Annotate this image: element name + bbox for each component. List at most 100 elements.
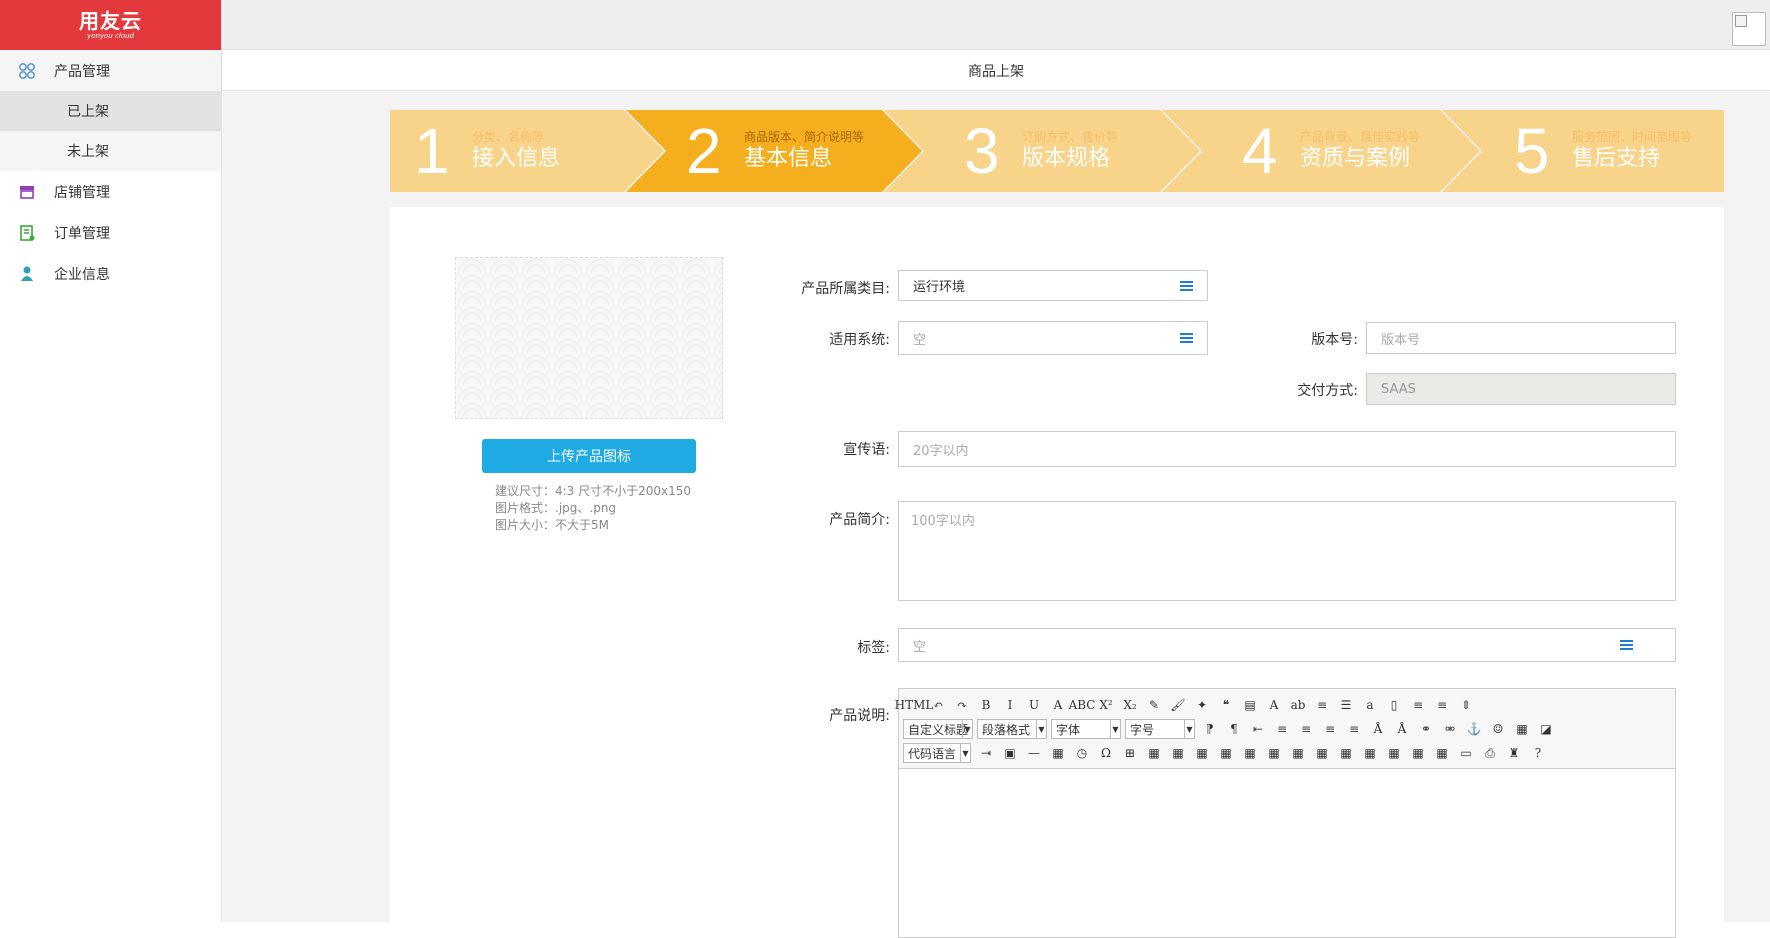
code-language-select[interactable]: 代码语言▼ bbox=[903, 743, 971, 763]
toolbar-button[interactable]: ▦ bbox=[1215, 743, 1237, 763]
toolbar-button[interactable]: ☰ bbox=[1335, 695, 1357, 715]
toolbar-button[interactable]: ⎙ bbox=[1479, 743, 1501, 763]
toolbar-button[interactable]: a bbox=[1359, 695, 1381, 715]
toolbar-button[interactable]: ↷ bbox=[951, 695, 973, 715]
toolbar-button[interactable]: ABC bbox=[1071, 695, 1093, 715]
toolbar-button[interactable]: ⇥ bbox=[975, 743, 997, 763]
toolbar-button[interactable]: ≡ bbox=[1407, 695, 1429, 715]
category-select[interactable]: 运行环境 bbox=[898, 270, 1208, 301]
font-select[interactable]: 字体▼ bbox=[1051, 719, 1121, 739]
toolbar-button[interactable]: ▦ bbox=[1191, 743, 1213, 763]
toolbar-button[interactable]: ▦ bbox=[1287, 743, 1309, 763]
rich-text-editor: HTML↶↷BIUAABCX²X₂✎🖌✦❝▤Aab≡☰a▯≡≡⇕ 自定义标题▼ … bbox=[898, 688, 1676, 938]
toolbar-button[interactable]: ≡ bbox=[1431, 695, 1453, 715]
toolbar-button[interactable]: B bbox=[975, 695, 997, 715]
step-title: 售后支持 bbox=[1572, 145, 1692, 173]
toolbar-button[interactable]: A bbox=[1263, 695, 1285, 715]
menu-icon bbox=[1180, 333, 1193, 344]
toolbar-button[interactable]: 🖌 bbox=[1167, 695, 1189, 715]
paragraph-select-label: 段落格式 bbox=[982, 721, 1030, 738]
step-hint: 服务范围、时间范围等 bbox=[1572, 129, 1692, 145]
toolbar-button[interactable]: ▦ bbox=[1239, 743, 1261, 763]
toolbar-button[interactable]: ⊞ bbox=[1119, 743, 1141, 763]
toolbar-button[interactable]: ⚓ bbox=[1463, 719, 1485, 739]
toolbar-button[interactable]: ▭ bbox=[1455, 743, 1477, 763]
sidebar-item-company[interactable]: 企业信息 bbox=[0, 253, 221, 294]
toolbar-button[interactable]: ≡ bbox=[1343, 719, 1365, 739]
logo[interactable]: 用友云 yonyou cloud bbox=[0, 0, 221, 50]
toolbar-button[interactable]: ≡ bbox=[1319, 719, 1341, 739]
step-5: 5 服务范围、时间范围等售后支持 bbox=[1514, 110, 1692, 192]
toolbar-button[interactable]: ▦ bbox=[1263, 743, 1285, 763]
toolbar-button[interactable]: ▦ bbox=[1167, 743, 1189, 763]
sidebar-subitem-unlisted[interactable]: 未上架 bbox=[0, 131, 221, 171]
system-select[interactable]: 空 bbox=[898, 321, 1208, 355]
toolbar-button[interactable]: X² bbox=[1095, 695, 1117, 715]
step-number: 1 bbox=[414, 119, 458, 183]
toolbar-button[interactable]: ❝ bbox=[1215, 695, 1237, 715]
sidebar-subitem-listed[interactable]: 已上架 bbox=[0, 91, 221, 131]
toolbar-button[interactable]: ▦ bbox=[1335, 743, 1357, 763]
slogan-input[interactable]: 20字以内 bbox=[898, 431, 1676, 467]
sidebar-item-store[interactable]: 店铺管理 bbox=[0, 171, 221, 212]
toolbar-button[interactable]: ▦ bbox=[1383, 743, 1405, 763]
toolbar-button[interactable]: ◷ bbox=[1071, 743, 1093, 763]
toolbar-button[interactable]: ▦ bbox=[1047, 743, 1069, 763]
toolbar-button[interactable]: ⚭ bbox=[1415, 719, 1437, 739]
toolbar-button[interactable]: ▦ bbox=[1431, 743, 1453, 763]
toolbar-button[interactable]: ¶ bbox=[1223, 719, 1245, 739]
toolbar-button[interactable]: ⁋ bbox=[1199, 719, 1221, 739]
toolbar-button[interactable]: ≡ bbox=[1311, 695, 1333, 715]
toolbar-button[interactable]: HTML bbox=[903, 695, 925, 715]
toolbar-button[interactable]: Å bbox=[1391, 719, 1413, 739]
toolbar-button[interactable]: ▯ bbox=[1383, 695, 1405, 715]
font-select-label: 字体 bbox=[1056, 721, 1080, 738]
toolbar-button[interactable]: I bbox=[999, 695, 1021, 715]
tags-select[interactable]: 空 bbox=[898, 628, 1676, 662]
heading-select[interactable]: 自定义标题▼ bbox=[903, 719, 973, 739]
step-hint: 产品背景、最佳实践等 bbox=[1300, 129, 1420, 145]
intro-textarea[interactable]: 100字以内 bbox=[898, 501, 1676, 601]
sidebar-item-order[interactable]: 订单管理 bbox=[0, 212, 221, 253]
category-value: 运行环境 bbox=[913, 276, 965, 295]
toolbar-button[interactable]: ≡ bbox=[1271, 719, 1293, 739]
toolbar-button[interactable]: ▣ bbox=[999, 743, 1021, 763]
toolbar-button[interactable]: ☺ bbox=[1487, 719, 1509, 739]
toolbar-button[interactable]: ab bbox=[1287, 695, 1309, 715]
fontsize-select-label: 字号 bbox=[1130, 721, 1154, 738]
toolbar-button[interactable]: ▦ bbox=[1359, 743, 1381, 763]
toolbar-button[interactable]: ▦ bbox=[1511, 719, 1533, 739]
sidebar-item-product[interactable]: 产品管理 bbox=[0, 50, 221, 91]
toolbar-button[interactable]: ▤ bbox=[1239, 695, 1261, 715]
product-icon bbox=[18, 62, 36, 80]
toolbar-button[interactable]: ≡ bbox=[1295, 719, 1317, 739]
upload-icon-button[interactable]: 上传产品图标 bbox=[482, 439, 696, 473]
product-image-placeholder bbox=[455, 257, 723, 419]
avatar[interactable] bbox=[1732, 12, 1766, 46]
editor-toolbar: HTML↶↷BIUAABCX²X₂✎🖌✦❝▤Aab≡☰a▯≡≡⇕ 自定义标题▼ … bbox=[899, 689, 1675, 769]
toolbar-button[interactable]: — bbox=[1023, 743, 1045, 763]
toolbar-button[interactable]: X₂ bbox=[1119, 695, 1141, 715]
fontsize-select[interactable]: 字号▼ bbox=[1125, 719, 1195, 739]
toolbar-button[interactable]: ✎ bbox=[1143, 695, 1165, 715]
toolbar-button[interactable]: A bbox=[1047, 695, 1069, 715]
toolbar-button[interactable]: ⚮ bbox=[1439, 719, 1461, 739]
toolbar-button[interactable]: ↶ bbox=[927, 695, 949, 715]
toolbar-button[interactable]: ▦ bbox=[1407, 743, 1429, 763]
toolbar-button[interactable]: ⇤ bbox=[1247, 719, 1269, 739]
toolbar-button[interactable]: ? bbox=[1527, 743, 1549, 763]
editor-body[interactable] bbox=[899, 769, 1675, 937]
toolbar-button[interactable]: ◪ bbox=[1535, 719, 1557, 739]
toolbar-button[interactable]: ♜ bbox=[1503, 743, 1525, 763]
tip-size: 建议尺寸：4:3 尺寸不小于200x150 bbox=[495, 483, 691, 500]
toolbar-button[interactable]: Ω bbox=[1095, 743, 1117, 763]
paragraph-select[interactable]: 段落格式▼ bbox=[977, 719, 1047, 739]
toolbar-button[interactable]: ✦ bbox=[1191, 695, 1213, 715]
version-input[interactable]: 版本号 bbox=[1366, 322, 1676, 354]
toolbar-button[interactable]: ⇕ bbox=[1455, 695, 1477, 715]
toolbar-button[interactable]: U bbox=[1023, 695, 1045, 715]
toolbar-button[interactable]: ▦ bbox=[1143, 743, 1165, 763]
toolbar-button[interactable]: ▦ bbox=[1311, 743, 1333, 763]
step-number: 5 bbox=[1514, 119, 1558, 183]
toolbar-button[interactable]: Å bbox=[1367, 719, 1389, 739]
